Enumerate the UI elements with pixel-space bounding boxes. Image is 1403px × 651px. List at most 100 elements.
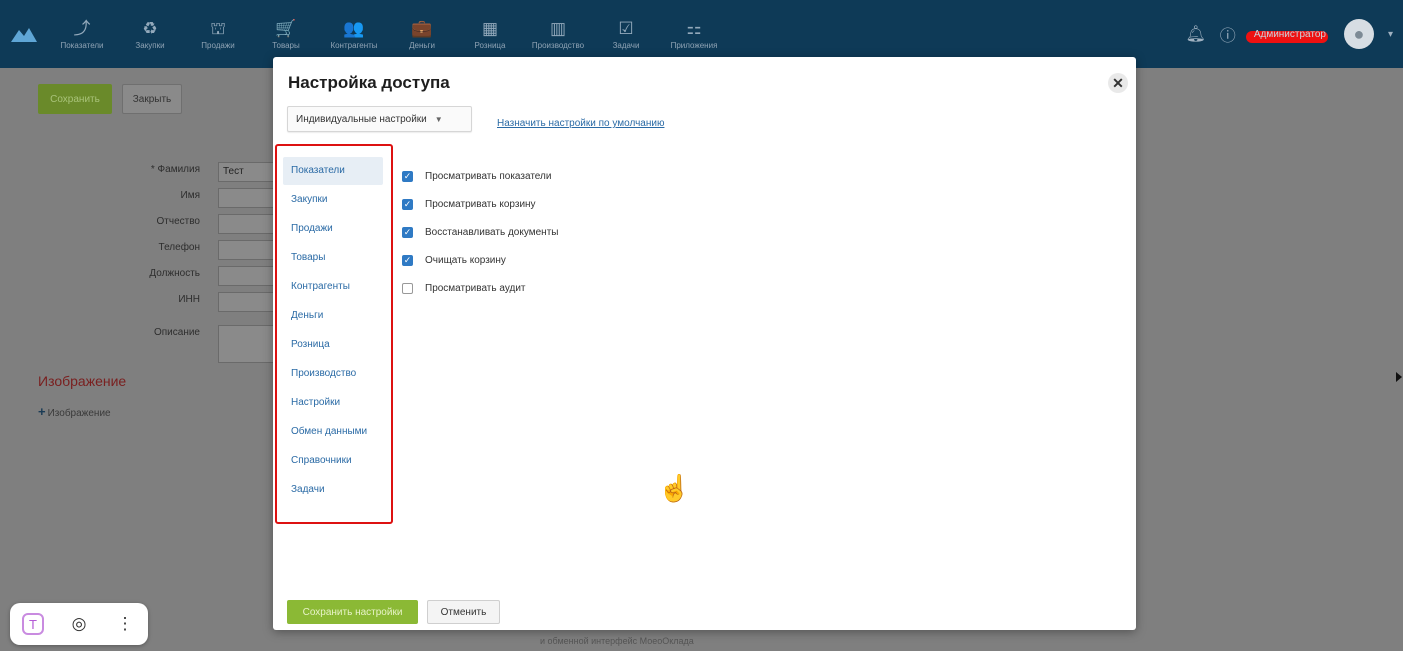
close-icon[interactable]: ✕ [1108, 73, 1128, 93]
plus-icon: + [38, 404, 46, 419]
nav-item-label: Розница [474, 40, 506, 50]
nav-item-label: Закупки [135, 40, 165, 50]
field-label-text: Телефон [158, 242, 200, 253]
hand-cursor-icon: ☝ [658, 473, 691, 503]
field-input[interactable] [218, 240, 278, 260]
section-item[interactable]: Показатели [283, 157, 383, 185]
field-input[interactable] [218, 266, 278, 286]
add-image-link[interactable]: + Изображение [38, 404, 111, 419]
section-item[interactable]: Деньги [283, 302, 383, 330]
factory-icon: ▥ [549, 18, 567, 38]
permission-row[interactable]: ✓ Просматривать показатели [402, 171, 551, 182]
access-settings-dialog: Настройка доступа ✕ Индивидуальные настр… [273, 57, 1136, 630]
permission-label: Очищать корзину [425, 255, 506, 266]
nav-item-1[interactable]: ♻ Закупки [116, 0, 184, 68]
avatar[interactable]: ● [1343, 19, 1374, 49]
section-item[interactable]: Закупки [283, 186, 383, 214]
nav-item-label: Задачи [612, 40, 640, 50]
section-item[interactable]: Обмен данными [283, 418, 383, 446]
permission-label: Просматривать аудит [425, 283, 526, 294]
permission-row[interactable]: Просматривать аудит [402, 283, 525, 294]
text-recognition-button[interactable]: T [18, 609, 48, 639]
more-button[interactable]: ⋮ [110, 609, 140, 639]
more-vertical-icon: ⋮ [116, 614, 134, 633]
save-button[interactable]: Сохранить [38, 84, 112, 114]
chart-line-icon: ⤴ [73, 18, 91, 38]
logo-icon[interactable] [0, 0, 48, 68]
permission-label: Просматривать корзину [425, 199, 536, 210]
floating-toolbar: T ◎ ⋮ [10, 603, 148, 645]
field-input[interactable]: Тест [218, 162, 278, 182]
field-label: Имя [100, 190, 200, 201]
section-item[interactable]: Настройки [283, 389, 383, 417]
field-label: * Фамилия [100, 164, 200, 175]
field-label: Должность [100, 268, 200, 279]
register-icon: ▦ [481, 18, 499, 38]
user-name[interactable]: Администратор [1245, 29, 1330, 43]
help-icon[interactable]: ⓘ [1220, 22, 1236, 46]
nav-item-label: Товары [272, 40, 300, 50]
field-label-text: Отчество [156, 216, 200, 227]
field-label-text: Должность [149, 268, 200, 279]
nav-item-label: Приложения [670, 40, 718, 50]
section-item[interactable]: Справочники [283, 447, 383, 475]
section-item[interactable]: Товары [283, 244, 383, 272]
permission-checkbox[interactable]: ✓ [402, 255, 413, 266]
nav-item-label: Показатели [60, 40, 104, 50]
nav-item-label: Продажи [201, 40, 235, 50]
section-item[interactable]: Производство [283, 360, 383, 388]
mouse-cursor-icon [1396, 372, 1402, 382]
settings-mode-select[interactable]: Индивидуальные настройки ▼ [287, 106, 472, 132]
field-label: Отчество [100, 216, 200, 227]
footer-note: и обменной интерфейс МоеоОклада [540, 636, 694, 646]
section-item[interactable]: Розница [283, 331, 383, 359]
permission-row[interactable]: ✓ Очищать корзину [402, 255, 506, 266]
field-label: Описание [100, 327, 200, 338]
field-label-text: Имя [180, 190, 200, 201]
permission-checkbox[interactable] [402, 283, 413, 294]
set-default-link[interactable]: Назначить настройки по умолчанию [497, 118, 664, 129]
field-input[interactable] [218, 325, 278, 363]
permission-label: Восстанавливать документы [425, 227, 559, 238]
save-settings-button[interactable]: Сохранить настройки [287, 600, 418, 624]
field-label: Телефон [100, 242, 200, 253]
apps-icon: ⚏ [686, 18, 702, 38]
nav-item-2[interactable]: ⛫ Продажи [184, 0, 252, 68]
field-input[interactable] [218, 292, 278, 312]
permission-row[interactable]: ✓ Восстанавливать документы [402, 227, 558, 238]
wallet-icon: 💼 [411, 18, 433, 38]
nav-item-label: Контрагенты [330, 40, 378, 50]
lens-button[interactable]: ◎ [64, 609, 94, 639]
people-icon: 👥 [343, 18, 365, 38]
caret-down-icon: ▼ [434, 114, 443, 124]
camera-icon: ◎ [71, 614, 87, 633]
permission-row[interactable]: ✓ Просматривать корзину [402, 199, 536, 210]
field-label-text: * Фамилия [150, 164, 200, 175]
section-item[interactable]: Продажи [283, 215, 383, 243]
image-section-title: Изображение [38, 373, 127, 389]
permission-checkbox[interactable]: ✓ [402, 227, 413, 238]
field-label-text: ИНН [178, 294, 200, 305]
text-select-icon: T [22, 613, 44, 635]
field-label-text: Описание [153, 327, 200, 338]
section-item[interactable]: Задачи [283, 476, 383, 504]
dialog-title: Настройка доступа [288, 73, 450, 92]
bell-icon[interactable]: 🔔︎ [1185, 24, 1205, 44]
bag-icon: ⛫ [210, 18, 226, 38]
cart-icon: 🛒 [275, 18, 297, 38]
purchases-icon: ♻ [142, 18, 158, 38]
close-button[interactable]: Закрыть [122, 84, 182, 114]
field-label: ИНН [100, 294, 200, 305]
field-input[interactable] [218, 188, 278, 208]
nav-item-label: Деньги [409, 40, 435, 50]
chevron-down-icon[interactable]: ▾ [1388, 29, 1393, 40]
permission-checkbox[interactable]: ✓ [402, 171, 413, 182]
tasks-icon: ☑ [618, 18, 634, 38]
section-item[interactable]: Контрагенты [283, 273, 383, 301]
permission-checkbox[interactable]: ✓ [402, 199, 413, 210]
cancel-button[interactable]: Отменить [427, 600, 500, 624]
nav-item-0[interactable]: ⤴ Показатели [48, 0, 116, 68]
nav-item-label: Производство [531, 40, 585, 50]
field-input[interactable] [218, 214, 278, 234]
permission-label: Просматривать показатели [425, 171, 552, 182]
